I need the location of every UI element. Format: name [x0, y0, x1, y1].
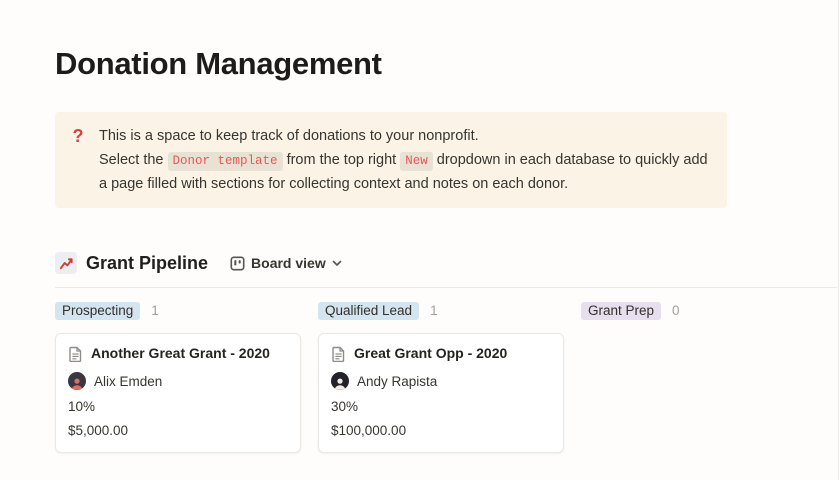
avatar-andy-rapista [331, 372, 349, 390]
callout-text: This is a space to keep track of donatio… [99, 124, 711, 196]
card-person-row: Alix Emden [68, 372, 288, 390]
card-title: Another Great Grant - 2020 [91, 344, 270, 363]
grant-pipeline-board: Prospecting 1 Another Great Grant - [55, 300, 827, 453]
grant-card-another-great-grant[interactable]: Another Great Grant - 2020 Alix Emden 10… [55, 333, 301, 453]
donor-template-code: Donor template [168, 152, 283, 171]
column-header[interactable]: Qualified Lead 1 [318, 300, 564, 321]
card-amount: $100,000.00 [331, 422, 551, 440]
card-title-row: Great Grant Opp - 2020 [331, 344, 551, 363]
column-count: 1 [430, 303, 438, 318]
column-count: 1 [151, 303, 159, 318]
card-title-row: Another Great Grant - 2020 [68, 344, 288, 363]
callout-box: ? This is a space to keep track of donat… [55, 112, 727, 208]
column-cards: Another Great Grant - 2020 Alix Emden 10… [55, 333, 301, 453]
card-person-row: Andy Rapista [331, 372, 551, 390]
status-pill-qualified-lead[interactable]: Qualified Lead [318, 302, 419, 320]
person-name: Alix Emden [94, 374, 162, 389]
column-header[interactable]: Prospecting 1 [55, 300, 301, 321]
chevron-down-icon [332, 260, 342, 267]
callout-line2-part1: Select the [99, 152, 168, 168]
board-column-grant-prep: Grant Prep 0 [581, 300, 827, 453]
page-document-icon [331, 346, 346, 362]
new-code: New [400, 152, 433, 171]
collection-title[interactable]: Grant Pipeline [86, 253, 208, 274]
page-right-edge [838, 0, 839, 480]
board-column-qualified-lead: Qualified Lead 1 Great Grant Opp - [318, 300, 564, 453]
page-title: Donation Management [55, 46, 382, 82]
callout-line2-part2: from the top right [283, 152, 401, 168]
avatar-alix-emden [68, 372, 86, 390]
card-title: Great Grant Opp - 2020 [354, 344, 507, 363]
column-cards: Great Grant Opp - 2020 Andy Rapista 30% … [318, 333, 564, 453]
status-pill-prospecting[interactable]: Prospecting [55, 302, 140, 320]
board-view-switcher[interactable]: Board view [230, 255, 342, 271]
column-header[interactable]: Grant Prep 0 [581, 300, 827, 321]
board-column-prospecting: Prospecting 1 Another Great Grant - [55, 300, 301, 453]
card-percent: 10% [68, 398, 288, 416]
board-view-label: Board view [251, 255, 326, 271]
callout-line1: This is a space to keep track of donatio… [99, 128, 479, 144]
line-chart-icon [55, 252, 77, 274]
header-divider [55, 287, 837, 288]
grant-card-great-grant-opp[interactable]: Great Grant Opp - 2020 Andy Rapista 30% … [318, 333, 564, 453]
status-pill-grant-prep[interactable]: Grant Prep [581, 302, 661, 320]
question-mark-icon: ? [69, 124, 87, 148]
person-name: Andy Rapista [357, 374, 437, 389]
board-view-icon [230, 256, 245, 271]
column-count: 0 [672, 303, 680, 318]
card-percent: 30% [331, 398, 551, 416]
page-document-icon [68, 346, 83, 362]
collection-header: Grant Pipeline Board view [55, 252, 342, 274]
card-amount: $5,000.00 [68, 422, 288, 440]
